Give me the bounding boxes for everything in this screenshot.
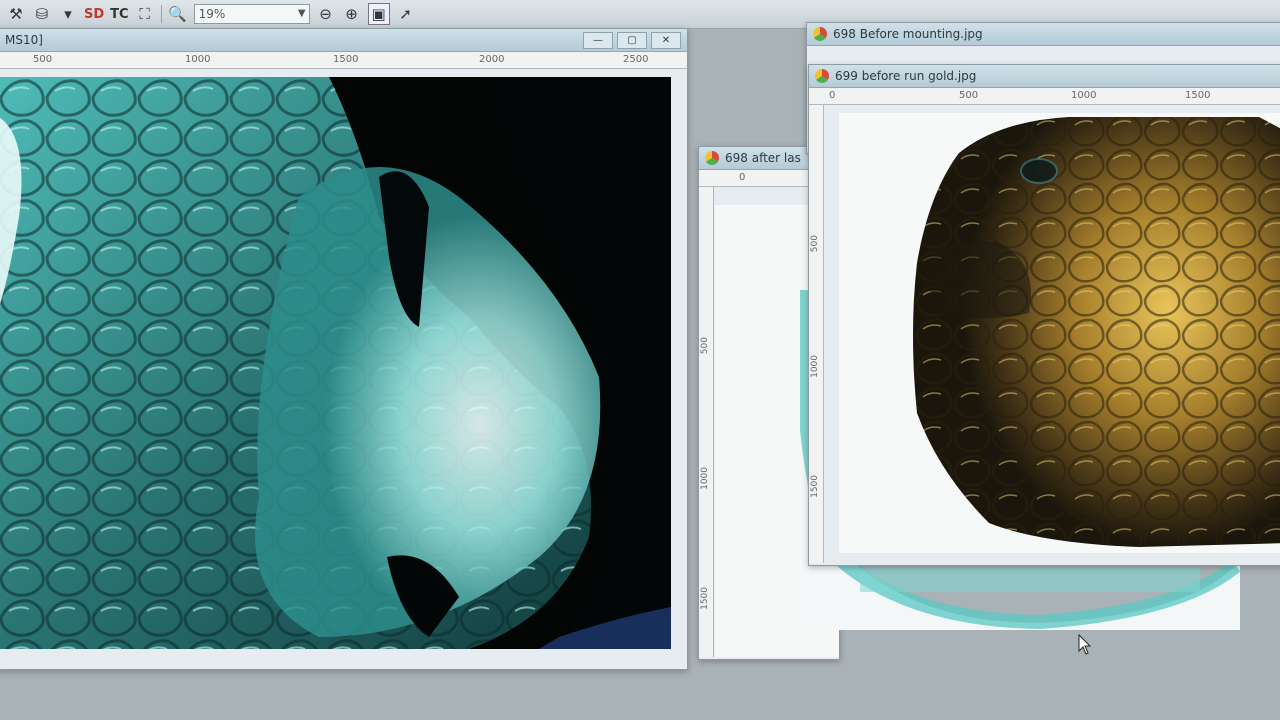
- gold-window-titlebar[interactable]: 699 before run gold.jpg: [809, 65, 1280, 88]
- hand-tool-icon[interactable]: ▣: [367, 3, 390, 25]
- ruler-tick: 1500: [333, 54, 359, 65]
- horizontal-ruler: 0 500 1000 1500: [809, 88, 1280, 105]
- pointer-icon[interactable]: ➚: [396, 4, 416, 24]
- bucket-icon[interactable]: ⛁: [32, 4, 52, 24]
- viewer-app-icon: [705, 151, 719, 165]
- ruler-tick: 0: [829, 90, 836, 101]
- main-window-titlebar[interactable]: MS10] — ▢ ✕: [0, 29, 687, 52]
- cyan-scan-image[interactable]: [0, 77, 671, 649]
- tools-icon[interactable]: ⚒: [6, 4, 26, 24]
- sd-button[interactable]: SD: [84, 7, 104, 22]
- zoom-out-icon[interactable]: ⊖: [316, 4, 336, 24]
- ruler-tick: 500: [810, 235, 820, 253]
- ruler-tick: 1500: [810, 475, 820, 498]
- cyan-scan-graphic: [0, 77, 671, 649]
- ruler-tick: 500: [700, 337, 710, 355]
- ruler-tick: 2000: [479, 54, 505, 65]
- gold-scan-graphic: [913, 117, 1280, 547]
- before-mounting-titlebar[interactable]: 698 Before mounting.jpg: [807, 23, 1280, 46]
- ruler-tick: 500: [33, 54, 53, 65]
- zoom-value: 19%: [198, 7, 226, 21]
- vertical-ruler: 500 1000 1500: [699, 187, 714, 657]
- minimize-button[interactable]: —: [583, 32, 613, 49]
- zoom-select[interactable]: 19% ▼: [193, 4, 310, 24]
- chevron-down-icon: ▼: [297, 8, 306, 19]
- ruler-tick: 500: [959, 90, 979, 101]
- vertical-ruler: 500 1000 1500: [809, 105, 824, 563]
- main-image-window[interactable]: MS10] — ▢ ✕ 500 1000 1500 2000 2500: [0, 28, 688, 670]
- ruler-tick: 1000: [1071, 90, 1097, 101]
- ruler-tick: 1000: [810, 355, 820, 378]
- viewer-app-icon: [815, 69, 829, 83]
- tc-button[interactable]: TC: [110, 7, 128, 22]
- ruler-tick: 1000: [700, 467, 710, 490]
- zoom-icon[interactable]: 🔍: [168, 4, 188, 24]
- after-laser-title: 698 after las: [725, 151, 801, 165]
- close-button[interactable]: ✕: [651, 32, 681, 49]
- ruler-tick: 0: [739, 172, 746, 183]
- maximize-button[interactable]: ▢: [617, 32, 647, 49]
- ruler-tick: 2500: [623, 54, 649, 65]
- ruler-tick: 1500: [1185, 90, 1211, 101]
- zoom-fit-icon[interactable]: ⊕: [342, 4, 362, 24]
- mouse-cursor-icon: [1078, 633, 1092, 660]
- horizontal-ruler: 500 1000 1500 2000 2500: [0, 52, 687, 69]
- ruler-tick: 1500: [700, 587, 710, 610]
- dropdown-arrow-icon[interactable]: ▾: [58, 4, 78, 24]
- viewer-app-icon: [813, 27, 827, 41]
- before-mounting-title: 698 Before mounting.jpg: [833, 27, 983, 41]
- window-controls: — ▢ ✕: [583, 32, 681, 49]
- gold-scan-image[interactable]: [839, 113, 1280, 553]
- crop-icon[interactable]: ⛶: [135, 4, 155, 24]
- gold-image-window[interactable]: 699 before run gold.jpg 0 500 1000 1500 …: [808, 64, 1280, 566]
- main-window-title: MS10]: [5, 33, 43, 47]
- gold-window-title: 699 before run gold.jpg: [835, 69, 977, 83]
- toolbar-separator: [160, 5, 162, 23]
- ruler-tick: 1000: [185, 54, 211, 65]
